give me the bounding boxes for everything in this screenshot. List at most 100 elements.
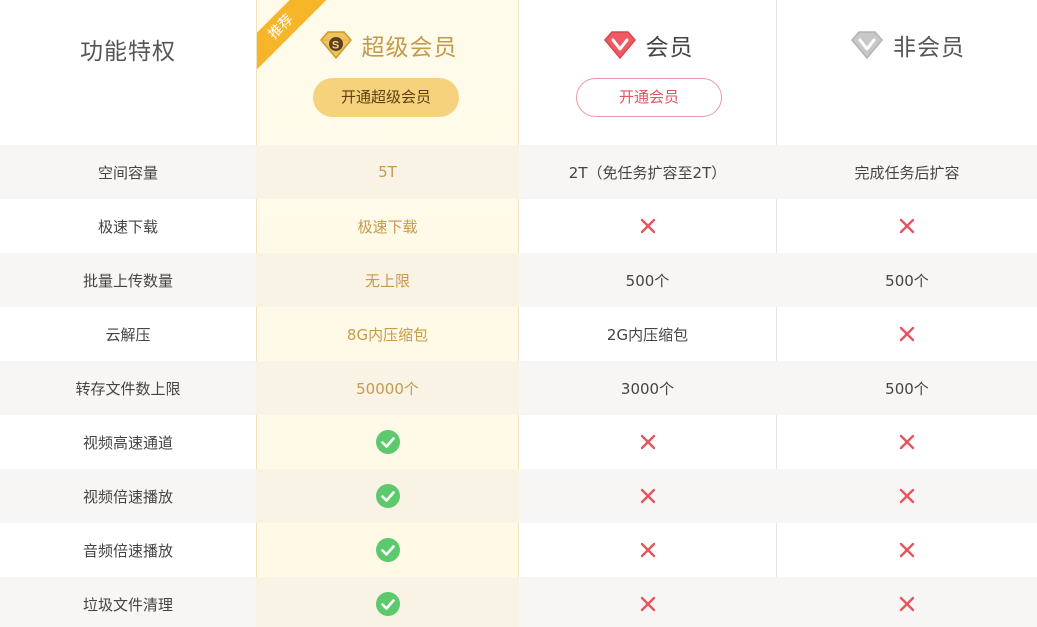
vip-cell [519,469,776,523]
check-icon [375,430,400,454]
vip-cell: 500个 [519,253,776,307]
super-vip-cell: 极速下载 [256,199,519,253]
check-icon [375,484,400,508]
super-vip-cell-text: 50000个 [356,379,419,398]
super-vip-cell [256,523,519,577]
vip-diamond-icon [603,31,636,60]
vip-cell [519,577,776,627]
super-vip-cell: 50000个 [256,361,519,415]
table-row: 视频倍速播放 [0,469,1037,523]
feature-cell: 音频倍速播放 [0,523,256,577]
feature-cell: 视频倍速播放 [0,469,256,523]
free-title: 非会员 [893,35,965,61]
free-cell [777,577,1037,627]
table-row: 极速下载 极速下载 [0,199,1037,253]
feature-cell-text: 极速下载 [97,217,158,236]
table-row: 音频倍速播放 [0,523,1037,577]
free-cell [777,199,1037,253]
free-cell: 500个 [777,253,1037,307]
table-row: 垃圾文件清理 [0,577,1037,627]
feature-cell: 视频高速通道 [0,415,256,469]
feature-cell: 极速下载 [0,199,256,253]
vip-cell-text: 2T（免任务扩容至2T） [568,163,727,182]
feature-cell-text: 空间容量 [97,163,158,182]
table-row: 云解压 8G内压缩包 2G内压缩包 [0,307,1037,361]
feature-cell-text: 音频倍速播放 [82,541,173,560]
open-vip-button[interactable]: 开通会员 [576,78,722,117]
cross-icon [899,326,915,342]
comparison-rows: 空间容量 5T 2T（免任务扩容至2T） 完成任务后扩容极速下载 极速下载批量上传数量 无… [0,145,1037,627]
check-icon [375,592,400,616]
super-vip-cell-text: 5T [378,163,397,181]
free-cell [777,307,1037,361]
cross-icon [899,434,915,450]
free-cell [777,415,1037,469]
super-vip-cell [256,415,519,469]
vip-cell-text: 500个 [625,271,670,290]
svip-diamond-icon: S [319,31,352,60]
free-header: 非会员 [777,0,1037,145]
free-cell [777,523,1037,577]
feature-cell-text: 批量上传数量 [82,271,173,290]
comparison-header: 功能特权 S 超级会员 开通超级会员 会员 开通会员 非会员 [0,0,1037,145]
super-vip-cell-text: 无上限 [364,271,410,290]
open-super-vip-button[interactable]: 开通超级会员 [313,78,459,117]
cross-icon [899,488,915,504]
super-vip-cell-text: 8G内压缩包 [346,325,429,344]
vip-cell-text: 3000个 [620,379,675,398]
feature-cell: 批量上传数量 [0,253,256,307]
free-cell: 完成任务后扩容 [777,145,1037,199]
vip-cell [519,523,776,577]
feature-cell-text: 垃圾文件清理 [82,595,173,614]
super-vip-cell: 5T [256,145,519,199]
super-vip-header: S 超级会员 开通超级会员 [256,0,519,145]
super-vip-cell [256,469,519,523]
super-vip-cell: 无上限 [256,253,519,307]
vip-cell [519,415,776,469]
feature-header-title: 功能特权 [80,39,176,65]
cross-icon [640,596,655,612]
feature-cell-text: 转存文件数上限 [75,379,181,398]
cross-icon [640,488,655,504]
feature-cell-text: 视频倍速播放 [82,487,173,506]
check-icon [375,538,400,562]
vip-title: 会员 [645,35,694,61]
feature-cell-text: 云解压 [105,325,151,344]
membership-comparison-page: 推荐 功能特权 S 超级会员 开通超级会员 会员 开通会员 非会员 空间容量 5… [0,0,1037,627]
svg-text:S: S [331,40,339,52]
free-cell-text: 500个 [885,379,929,398]
table-row: 批量上传数量 无上限 500个 500个 [0,253,1037,307]
super-vip-title: 超级会员 [361,35,458,61]
vip-cell: 3000个 [519,361,776,415]
vip-title-row: 会员 [519,28,776,62]
free-cell: 500个 [777,361,1037,415]
vip-cell [519,199,776,253]
feature-cell: 转存文件数上限 [0,361,256,415]
table-row: 空间容量 5T 2T（免任务扩容至2T） 完成任务后扩容 [0,145,1037,199]
free-diamond-icon [851,31,883,60]
vip-cell: 2G内压缩包 [519,307,776,361]
super-vip-cell-text: 极速下载 [357,217,418,236]
free-title-row: 非会员 [777,28,1037,62]
cross-icon [640,218,655,234]
cross-icon [640,434,655,450]
free-cell-text: 完成任务后扩容 [854,163,960,182]
cross-icon [899,218,915,234]
feature-cell: 垃圾文件清理 [0,577,256,627]
cross-icon [899,596,915,612]
feature-header: 功能特权 [0,0,256,145]
super-vip-cell [256,577,519,627]
feature-cell-text: 视频高速通道 [82,433,173,452]
vip-cell-text: 2G内压缩包 [606,325,689,344]
table-row: 视频高速通道 [0,415,1037,469]
feature-cell: 空间容量 [0,145,256,199]
vip-header: 会员 开通会员 [519,0,776,145]
free-cell [777,469,1037,523]
vip-cell: 2T（免任务扩容至2T） [519,145,776,199]
super-vip-title-row: S 超级会员 [256,28,519,62]
cross-icon [899,542,915,558]
feature-cell: 云解压 [0,307,256,361]
table-row: 转存文件数上限 50000个 3000个 500个 [0,361,1037,415]
cross-icon [640,542,655,558]
super-vip-cell: 8G内压缩包 [256,307,519,361]
